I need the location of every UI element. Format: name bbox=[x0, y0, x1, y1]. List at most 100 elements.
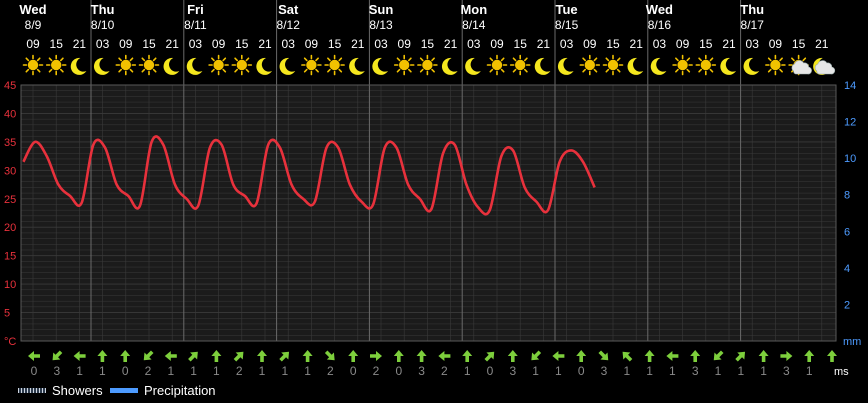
wind-arrow-shape bbox=[188, 351, 198, 362]
day-date: 8/17 bbox=[741, 18, 765, 32]
sun-ray bbox=[141, 57, 146, 62]
wind-speed: 1 bbox=[532, 364, 539, 378]
moon-icon bbox=[93, 57, 110, 75]
sun-disc bbox=[607, 59, 619, 71]
legend-precipitation: Precipitation bbox=[110, 381, 216, 399]
moon-crescent bbox=[650, 57, 667, 75]
sun-ray bbox=[616, 68, 621, 73]
sun-disc bbox=[306, 59, 317, 71]
wind-speed: 1 bbox=[167, 364, 174, 378]
wind-speed: 1 bbox=[737, 364, 744, 378]
hour-label: 09 bbox=[676, 37, 690, 51]
wind-speed: 1 bbox=[623, 364, 630, 378]
partly-cloudy-night-icon bbox=[813, 57, 836, 75]
wind-arrow-icon bbox=[393, 350, 404, 362]
hour-label: 03 bbox=[467, 37, 481, 51]
sun-ray bbox=[211, 68, 215, 73]
hour-label: 15 bbox=[421, 37, 435, 51]
sun-ray bbox=[211, 57, 215, 62]
wind-speed: 1 bbox=[646, 364, 653, 378]
moon-crescent bbox=[279, 57, 296, 75]
sun-icon bbox=[579, 54, 601, 76]
sun-ray bbox=[605, 68, 610, 73]
sun-disc bbox=[677, 59, 688, 71]
wind-speed: 2 bbox=[145, 364, 152, 378]
hour-label: 15 bbox=[699, 37, 713, 51]
wind-arrow-shape bbox=[52, 350, 63, 361]
wind-arrow-shape bbox=[666, 351, 679, 361]
hour-label: 21 bbox=[351, 37, 365, 51]
wind-row: 0 3 1 1 0 2 1 1 1 2 1 1 1 2 0 2 0 3 2 1 0 3 1 1 0 3 1 1 1 3 1 1 1 3 1 ms bbox=[28, 350, 849, 378]
hour-label: 21 bbox=[444, 37, 458, 51]
y-left-tick: 25 bbox=[4, 194, 16, 206]
day-headers: Wed8/9Thu8/10Fri8/11Sat8/12Sun8/13Mon8/1… bbox=[19, 2, 764, 32]
hour-label: 09 bbox=[583, 37, 597, 51]
wind-arrow-icon bbox=[97, 350, 108, 362]
sun-icon bbox=[509, 54, 531, 76]
wind-arrow-shape bbox=[28, 351, 40, 361]
moon-crescent bbox=[349, 57, 365, 75]
sun-ray bbox=[129, 57, 134, 62]
wind-arrow-shape bbox=[552, 351, 565, 361]
wind-speed: 1 bbox=[669, 364, 676, 378]
legend-precipitation-swatch bbox=[110, 387, 138, 393]
sun-ray bbox=[303, 57, 308, 62]
moon-crescent bbox=[256, 57, 272, 75]
sun-ray bbox=[489, 57, 494, 62]
sun-ray bbox=[48, 57, 53, 62]
wind-arrow-shape bbox=[780, 351, 793, 361]
plot-area bbox=[21, 85, 836, 341]
sun-disc bbox=[213, 59, 224, 71]
day-name: Wed bbox=[19, 2, 46, 17]
sun-ray bbox=[396, 57, 401, 62]
partly-cloudy-day-icon bbox=[788, 54, 812, 76]
wind-arrow-icon bbox=[552, 351, 565, 361]
wind-arrow-icon bbox=[644, 350, 655, 362]
day-date: 8/9 bbox=[25, 18, 42, 32]
sun-ray bbox=[512, 57, 517, 62]
y-axis-left: 45 40 35 30 25 20 15 10 5 °C bbox=[4, 80, 16, 348]
sun-ray bbox=[593, 68, 598, 73]
wind-arrow-shape bbox=[531, 350, 542, 361]
y-left-tick: 35 bbox=[4, 137, 16, 149]
wind-arrow-shape bbox=[348, 350, 359, 362]
sun-ray bbox=[407, 68, 412, 73]
sun-ray bbox=[616, 57, 621, 62]
hour-label: 15 bbox=[792, 37, 806, 51]
wind-arrow-shape bbox=[758, 350, 769, 362]
sun-ray bbox=[118, 57, 123, 62]
wind-speed: 1 bbox=[99, 364, 106, 378]
moon-crescent bbox=[557, 57, 574, 75]
moon-crescent bbox=[627, 57, 644, 75]
wind-speed: 3 bbox=[601, 364, 608, 378]
wind-speed: 1 bbox=[281, 364, 288, 378]
sun-ray bbox=[779, 57, 783, 62]
moon-icon bbox=[349, 57, 365, 75]
weather-chart: Wed8/9Thu8/10Fri8/11Sat8/12Sun8/13Mon8/1… bbox=[4, 0, 861, 378]
hour-label: 21 bbox=[537, 37, 551, 51]
wind-arrow-icon bbox=[73, 351, 86, 361]
wind-arrow-shape bbox=[324, 350, 335, 361]
wind-arrow-shape bbox=[393, 350, 404, 362]
sun-disc bbox=[329, 59, 340, 71]
moon-icon bbox=[256, 57, 272, 75]
wind-arrow-shape bbox=[484, 351, 495, 362]
hour-label: 21 bbox=[166, 37, 180, 51]
wind-arrow-icon bbox=[211, 350, 222, 362]
day-date: 8/12 bbox=[277, 18, 301, 32]
sun-icon bbox=[45, 54, 67, 76]
moon-crescent bbox=[534, 57, 551, 75]
day-name: Sun bbox=[369, 2, 394, 17]
sun-icon bbox=[22, 54, 44, 76]
wind-arrow-icon bbox=[324, 350, 335, 361]
wind-speed: 1 bbox=[464, 364, 471, 378]
day-date: 8/10 bbox=[91, 18, 115, 32]
sun-ray bbox=[419, 57, 424, 62]
sun-icon bbox=[393, 54, 415, 76]
y-axis-right: 14 12 10 8 6 4 2 mm bbox=[843, 80, 861, 348]
wind-arrow-icon bbox=[827, 350, 837, 362]
sun-icon bbox=[672, 54, 693, 76]
sun-ray bbox=[791, 57, 795, 62]
wind-arrow-icon bbox=[233, 351, 244, 362]
y-right-tick: 10 bbox=[844, 153, 856, 165]
